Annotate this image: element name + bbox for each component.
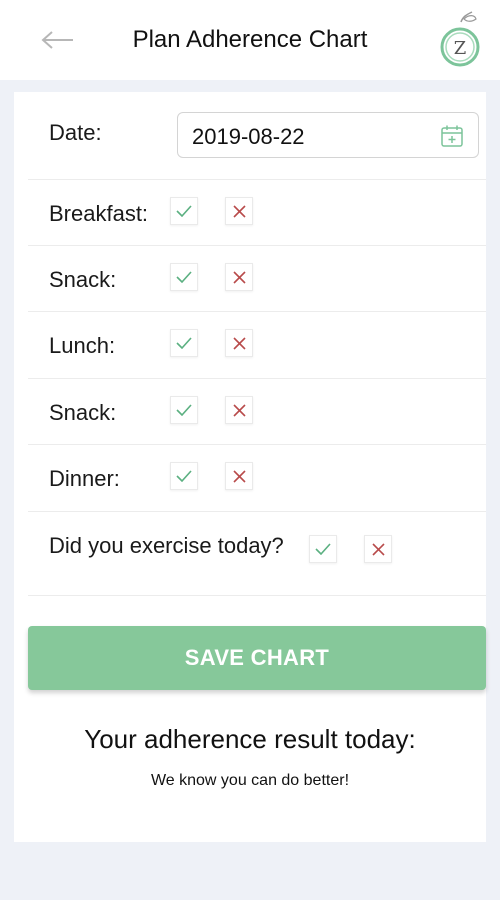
- exercise-check-button[interactable]: [309, 535, 337, 563]
- cross-icon: [232, 204, 246, 218]
- date-row: Date: 2019-08-22: [28, 92, 486, 180]
- cross-icon: [371, 542, 385, 556]
- date-label: Date:: [49, 120, 102, 145]
- checkmark-icon: [176, 337, 192, 349]
- checkmark-icon: [176, 470, 192, 482]
- meal-row-snack-2: Snack:: [28, 379, 486, 445]
- meal-row-snack-1: Snack:: [28, 246, 486, 312]
- cross-icon: [232, 469, 246, 483]
- adherence-result-message: We know you can do better!: [150, 772, 350, 789]
- app-header: Plan Adherence Chart Z: [0, 0, 500, 80]
- app-logo: Z: [436, 10, 486, 70]
- meal-row-lunch: Lunch:: [28, 312, 486, 379]
- exercise-row: Did you exercise today?: [28, 512, 486, 596]
- cross-icon: [232, 403, 246, 417]
- date-field[interactable]: 2019-08-22: [177, 112, 479, 158]
- cross-icon: [232, 336, 246, 350]
- snack-1-check-button[interactable]: [170, 263, 198, 291]
- dinner-check-button[interactable]: [170, 462, 198, 490]
- meal-label: Dinner:: [49, 466, 120, 491]
- apple-logo-icon: Z: [440, 11, 480, 67]
- meal-row-dinner: Dinner:: [28, 445, 486, 512]
- checkmark-icon: [176, 404, 192, 416]
- exercise-label: Did you exercise today?: [49, 533, 284, 558]
- adherence-result-title: Your adherence result today:: [84, 724, 416, 754]
- checkmark-icon: [176, 205, 192, 217]
- meal-row-breakfast: Breakfast:: [28, 180, 486, 246]
- meal-label: Snack:: [49, 267, 117, 292]
- lunch-check-button[interactable]: [170, 329, 198, 357]
- page-title: Plan Adherence Chart: [132, 26, 368, 53]
- breakfast-check-button[interactable]: [170, 197, 198, 225]
- save-chart-button[interactable]: SAVE CHART: [28, 626, 486, 690]
- meal-label: Lunch:: [49, 333, 116, 358]
- meal-label: Snack:: [49, 400, 117, 425]
- lunch-cross-button[interactable]: [225, 329, 253, 357]
- meal-label: Breakfast:: [49, 201, 149, 226]
- dinner-cross-button[interactable]: [225, 462, 253, 490]
- logo-letter: Z: [454, 38, 467, 59]
- breakfast-cross-button[interactable]: [225, 197, 253, 225]
- checkmark-icon: [315, 543, 331, 555]
- date-value: 2019-08-22: [192, 124, 305, 149]
- checkmark-icon: [176, 271, 192, 283]
- cross-icon: [232, 270, 246, 284]
- exercise-cross-button[interactable]: [364, 535, 392, 563]
- snack-2-check-button[interactable]: [170, 396, 198, 424]
- snack-1-cross-button[interactable]: [225, 263, 253, 291]
- calendar-icon: [441, 125, 463, 147]
- snack-2-cross-button[interactable]: [225, 396, 253, 424]
